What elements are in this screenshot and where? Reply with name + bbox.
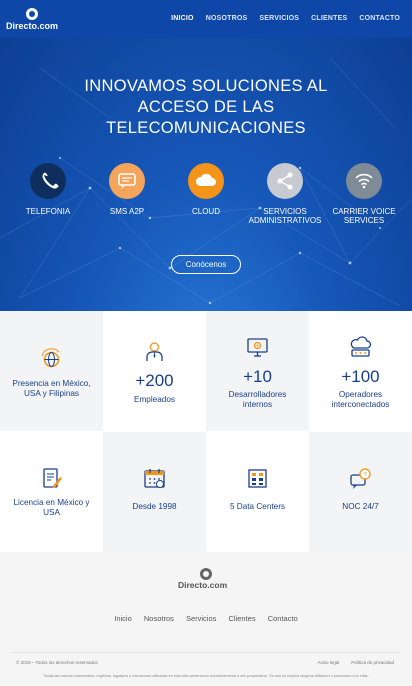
stat-text: Desarrolladores internos (210, 390, 305, 410)
stat-text: Desde 1998 (132, 502, 177, 511)
cloud-network-icon (350, 336, 372, 357)
service-label: CARRIER VOICE SERVICES (322, 207, 406, 225)
nav-item-inicio[interactable]: INICIO (171, 15, 194, 22)
privacy-policy-link[interactable]: Política de privacidad (351, 660, 394, 665)
service-carrier-voice[interactable]: CARRIER VOICE SERVICES (322, 163, 406, 225)
stat-tile: +200 Empleados (103, 311, 206, 431)
site-footer: Directo.com Inicio Nosotros Servicios Cl… (0, 552, 412, 686)
footer-link-servicios[interactable]: Servicios (186, 614, 216, 623)
calendar-icon (144, 469, 165, 488)
nav-item-nosotros[interactable]: NOSOTROS (206, 15, 248, 22)
service-label-line: ADMINISTRATIVOS (248, 216, 322, 225)
phone-icon (30, 163, 66, 199)
hero-title-line: ACCESO DE LAS (137, 98, 275, 116)
footer-link-contacto[interactable]: Contacto (268, 614, 298, 623)
footer-link-inicio[interactable]: Inicio (114, 614, 132, 623)
footer-nav: Inicio Nosotros Servicios Clientes Conta… (0, 614, 412, 623)
stat-number: +10 (243, 367, 272, 386)
stat-text: Empleados (134, 395, 175, 404)
stat-text: Licencia en México y USA (4, 498, 99, 518)
brand-logo[interactable]: Directo.com (6, 8, 64, 34)
stats-section: Presencia en México, USA y Filipinas +20… (0, 311, 412, 552)
main-nav: INICIO NOSOTROS SERVICIOS CLIENTES CONTA… (171, 15, 400, 22)
stat-text-line: interconectados (331, 400, 390, 409)
stat-text: 5 Data Centers (229, 502, 286, 511)
nav-item-servicios[interactable]: SERVICIOS (259, 15, 299, 22)
service-sms-a2p[interactable]: SMS A2P (85, 163, 169, 216)
logo-mark-icon (26, 8, 38, 20)
stat-number: +100 (341, 367, 380, 386)
cloud-icon (188, 163, 224, 199)
globe-icon (41, 348, 60, 368)
conocenos-button[interactable]: Conócenos (171, 255, 241, 274)
stat-tile: Licencia en México y USA (0, 432, 103, 552)
stat-text: NOC 24/7 (342, 502, 379, 511)
stat-tile: 5 Data Centers (206, 432, 309, 552)
legal-links: Aviso legal Política de privacidad (318, 660, 394, 665)
copyright-text: © 2019 – Todos los derechos reservados (16, 660, 98, 665)
service-cloud[interactable]: CLOUD (164, 163, 248, 216)
stat-tile: Presencia en México, USA y Filipinas (0, 311, 103, 431)
service-label-line: SERVICES (343, 216, 385, 225)
brand-name: Directo.com (6, 21, 59, 31)
stat-tile: +100 Operadores interconectados (309, 311, 412, 431)
stat-text-line: Desarrolladores (228, 390, 287, 399)
stat-tile: +10 Desarrolladores internos (206, 311, 309, 431)
footer-brand-name: Directo.com (178, 580, 228, 590)
service-label: SMS A2P (109, 207, 145, 216)
disclaimer-text: Todas las marcas comerciales, registros,… (43, 674, 369, 678)
stat-tile: Desde 1998 (103, 432, 206, 552)
hero-title: INNOVAMOS SOLUCIONES AL ACCESO DE LAS TE… (56, 76, 356, 139)
chat-icon (109, 163, 145, 199)
stat-text-line: USA (43, 508, 60, 517)
service-label: TELEFONIA (25, 207, 71, 216)
server-icon (248, 469, 267, 488)
support-chat-icon: ? (350, 468, 371, 489)
stat-text-line: Licencia en México y (13, 498, 90, 507)
stat-number: +200 (135, 371, 174, 390)
service-telefonia[interactable]: TELEFONIA (6, 163, 90, 216)
hero-title-line: INNOVAMOS SOLUCIONES AL (84, 77, 328, 95)
footer-logo-mark-icon (200, 568, 212, 580)
service-servicios-administrativos[interactable]: SERVICIOS ADMINISTRATIVOS (243, 163, 327, 225)
hero-banner: INNOVAMOS SOLUCIONES AL ACCESO DE LAS TE… (0, 38, 412, 311)
license-document-icon (43, 468, 62, 488)
stat-text: Operadores interconectados (313, 390, 408, 410)
footer-divider (12, 652, 400, 653)
service-label-line: SERVICIOS (263, 207, 307, 216)
service-label-line: CARRIER VOICE (332, 207, 396, 216)
wifi-icon (346, 163, 382, 199)
aviso-legal-link[interactable]: Aviso legal (318, 660, 340, 665)
site-header: Directo.com INICIO NOSOTROS SERVICIOS CL… (0, 0, 412, 38)
stat-tile: ? NOC 24/7 (309, 432, 412, 552)
service-label: CLOUD (191, 207, 220, 216)
stat-text-line: Operadores (338, 390, 383, 399)
hero-title-line: TELECOMUNICACIONES (106, 119, 306, 137)
stat-text-line: USA y Filipinas (23, 389, 80, 398)
footer-link-clientes[interactable]: Clientes (229, 614, 256, 623)
nav-item-contacto[interactable]: CONTACTO (359, 15, 400, 22)
stat-text-line: internos (242, 400, 273, 409)
stat-text: Presencia en México, USA y Filipinas (4, 379, 99, 399)
footer-logo[interactable]: Directo.com (178, 568, 234, 594)
service-label: SERVICIOS ADMINISTRATIVOS (243, 207, 327, 225)
nav-item-clientes[interactable]: CLIENTES (311, 15, 347, 22)
footer-link-nosotros[interactable]: Nosotros (144, 614, 174, 623)
employee-icon (146, 342, 163, 361)
share-icon (267, 163, 303, 199)
monitor-gear-icon (247, 338, 268, 357)
stat-text-line: Presencia en México, (12, 379, 91, 388)
